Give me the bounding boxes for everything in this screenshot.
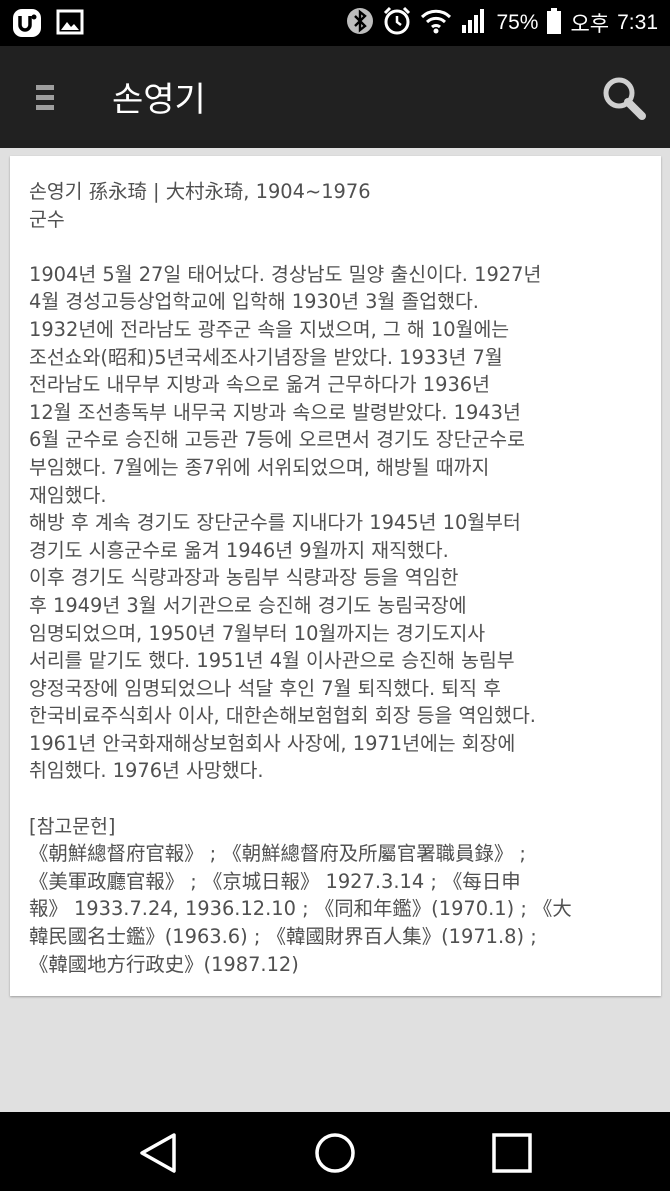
page-title: 손영기 <box>112 80 206 120</box>
back-icon[interactable] <box>136 1130 182 1176</box>
article-line: 후 1949년 3월 서기관으로 승진해 경기도 농림국장에 <box>29 593 467 617</box>
article-line: 군수 <box>29 207 65 231</box>
article-line: 양정국장에 임명되었으나 석달 후인 7월 퇴직했다. 퇴직 후 <box>29 676 501 700</box>
article-line: 해방 후 계속 경기도 장단군수를 지내다가 1945년 10월부터 <box>29 511 521 535</box>
article-line: 《韓國地方行政史》(1987.12) <box>29 952 299 976</box>
article-line: 報》 1933.7.24, 1936.12.10 ; 《同和年鑑》(1970.1… <box>29 897 572 921</box>
article-line: 《朝鮮總督府官報》 ; 《朝鮮總督府及所屬官署職員錄》 ; <box>29 842 526 866</box>
article-line: 4월 경성고등상업학교에 입학해 1930년 3월 졸업했다. <box>29 290 479 314</box>
search-icon[interactable] <box>600 74 650 124</box>
menu-icon[interactable] <box>26 82 66 114</box>
article-line: 1932년에 전라남도 광주군 속을 지냈으며, 그 해 10월에는 <box>29 317 510 341</box>
alarm-icon <box>382 6 412 40</box>
article-line: 이후 경기도 식량과장과 농림부 식량과장 등을 역임한 <box>29 566 459 590</box>
status-right: 75% 오후 7:31 <box>346 6 658 40</box>
article-line: 임명되었으며, 1950년 7월부터 10월까지는 경기도지사 <box>29 621 486 645</box>
article-line: 부임했다. 7월에는 종7위에 서위되었으며, 해방될 때까지 <box>29 455 490 479</box>
article-card: 손영기 孫永琦 | 大村永琦, 1904~1976 군수 1904년 5월 27일 … <box>10 156 661 996</box>
status-time: 7:31 <box>617 11 658 34</box>
status-bar: 75% 오후 7:31 <box>0 0 670 46</box>
article-line: 12월 조선총독부 내무국 지방과 속으로 발령받았다. 1943년 <box>29 400 521 424</box>
article-line: 1904년 5월 27일 태어났다. 경상남도 밀양 출신이다. 1927년 <box>29 262 542 286</box>
app-bar: 손영기 <box>0 46 670 148</box>
article-line: 전라남도 내무부 지방과 속으로 옮겨 근무하다가 1936년 <box>29 373 490 397</box>
article-line: 한국비료주식회사 이사, 대한손해보험협회 회장 등을 역임했다. <box>29 704 536 728</box>
u-plus-icon <box>12 8 42 42</box>
status-ampm: 오후 <box>570 13 610 36</box>
signal-icon <box>460 7 488 39</box>
wifi-icon <box>420 7 452 39</box>
article-line: 손영기 孫永琦 | 大村永琦, 1904~1976 <box>29 180 371 203</box>
article-line: 조선쇼와(昭和)5년국세조사기념장을 받았다. 1933년 7월 <box>29 345 503 369</box>
article-line: 6월 군수로 승진해 고등관 7등에 오르면서 경기도 장단군수로 <box>29 428 525 452</box>
navigation-bar <box>0 1112 670 1191</box>
image-icon <box>56 8 84 42</box>
recents-icon[interactable] <box>489 1130 535 1176</box>
article-line: 서리를 맡기도 했다. 1951년 4월 이사관으로 승진해 농림부 <box>29 649 515 673</box>
home-icon[interactable] <box>312 1130 358 1176</box>
article-line: 취임했다. 1976년 사망했다. <box>29 759 264 783</box>
bluetooth-icon <box>346 7 374 39</box>
article-line: [참고문헌] <box>29 814 116 838</box>
article-line: 1961년 안국화재해상보험회사 사장에, 1971년에는 회장에 <box>29 731 516 755</box>
battery-icon <box>546 7 562 39</box>
article-line: 韓民國名士鑑》(1963.6) ; 《韓國財界百人集》(1971.8) ; <box>29 925 537 949</box>
battery-percent: 75% <box>496 11 539 34</box>
status-left <box>12 8 84 42</box>
article-line: 《美軍政廳官報》 ; 《京城日報》 1927.3.14 ; 《每日申 <box>29 869 521 893</box>
article-body: 손영기 孫永琦 | 大村永琦, 1904~1976 군수 1904년 5월 27일 … <box>29 178 643 978</box>
article-line: 경기도 시흥군수로 옮겨 1946년 9월까지 재직했다. <box>29 538 449 562</box>
article-line: 재임했다. <box>29 483 107 507</box>
